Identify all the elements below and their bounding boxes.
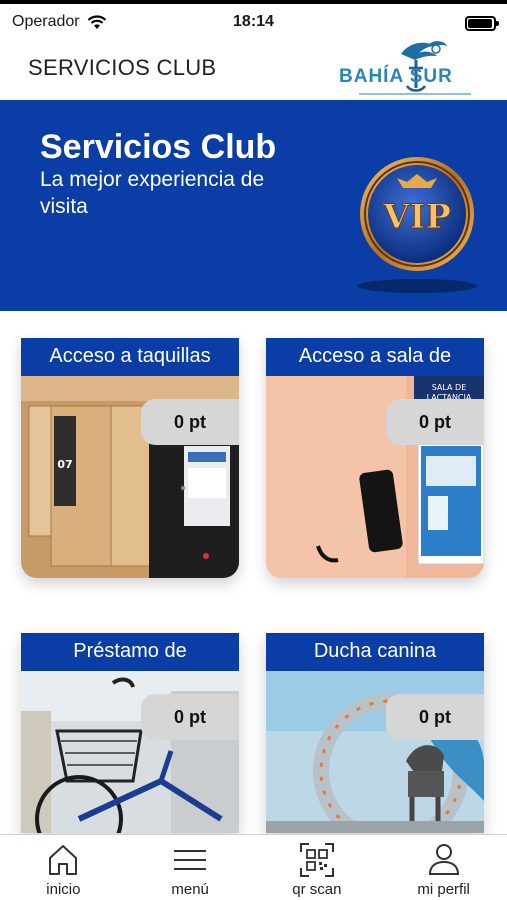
service-card-title: Acceso a taquillas [21,338,239,376]
svg-text:SALA DE: SALA DE [432,383,467,392]
service-card-title: Acceso a sala de [266,338,484,376]
service-card-bicycle-loan[interactable]: Préstamo de 0 pt [21,633,239,833]
logo-text: BAHÍA SUR [339,66,453,87]
service-card-dog-shower[interactable]: Ducha canina 0 pt [266,633,484,833]
profile-icon [428,844,459,875]
tab-inicio[interactable]: inicio [0,835,127,900]
status-time: 18:14 [233,13,274,30]
tab-mi-perfil[interactable]: mi perfil [380,835,507,900]
banner-title: Servicios Club [40,128,277,166]
page-title: SERVICIOS CLUB [28,55,217,80]
tab-label: inicio [46,881,81,898]
vip-badge-text: VIP [382,197,451,237]
home-icon [49,845,78,875]
bahia-sur-logo[interactable]: BAHÍA SUR [339,40,479,98]
points-badge: 0 pt [141,694,239,740]
hero-banner: Servicios Club La mejor experiencia de v… [0,100,507,311]
points-badge: 0 pt [386,399,484,445]
qr-scan-icon [299,843,334,877]
svg-text:07: 07 [57,458,72,471]
bottom-tab-bar: inicio menú qr scan mi perfil [0,834,507,900]
banner-subtitle: La mejor experiencia de visita [40,168,265,218]
battery-level [468,19,492,28]
service-card-title: Préstamo de [21,633,239,671]
points-badge: 0 pt [141,399,239,445]
status-bar: Operador 18:14 [0,0,507,40]
tab-label: menú [171,881,209,898]
tab-qr-scan[interactable]: qr scan [254,835,381,900]
service-card-nursing-room[interactable]: Acceso a sala de SALA DE LACTANCIA 0 pt [266,338,484,578]
points-badge: 0 pt [386,694,484,740]
service-card-lockers[interactable]: Acceso a taquillas 07 0 pt [21,338,239,578]
app-header: SERVICIOS CLUB BAHÍA SUR [0,40,507,100]
battery-icon [465,16,499,31]
tab-label: qr scan [292,881,342,898]
tab-menu[interactable]: menú [127,835,254,900]
vip-badge-icon: VIP [357,157,477,293]
service-card-title: Ducha canina [266,633,484,671]
tab-label: mi perfil [417,881,470,898]
menu-icon [174,850,207,870]
